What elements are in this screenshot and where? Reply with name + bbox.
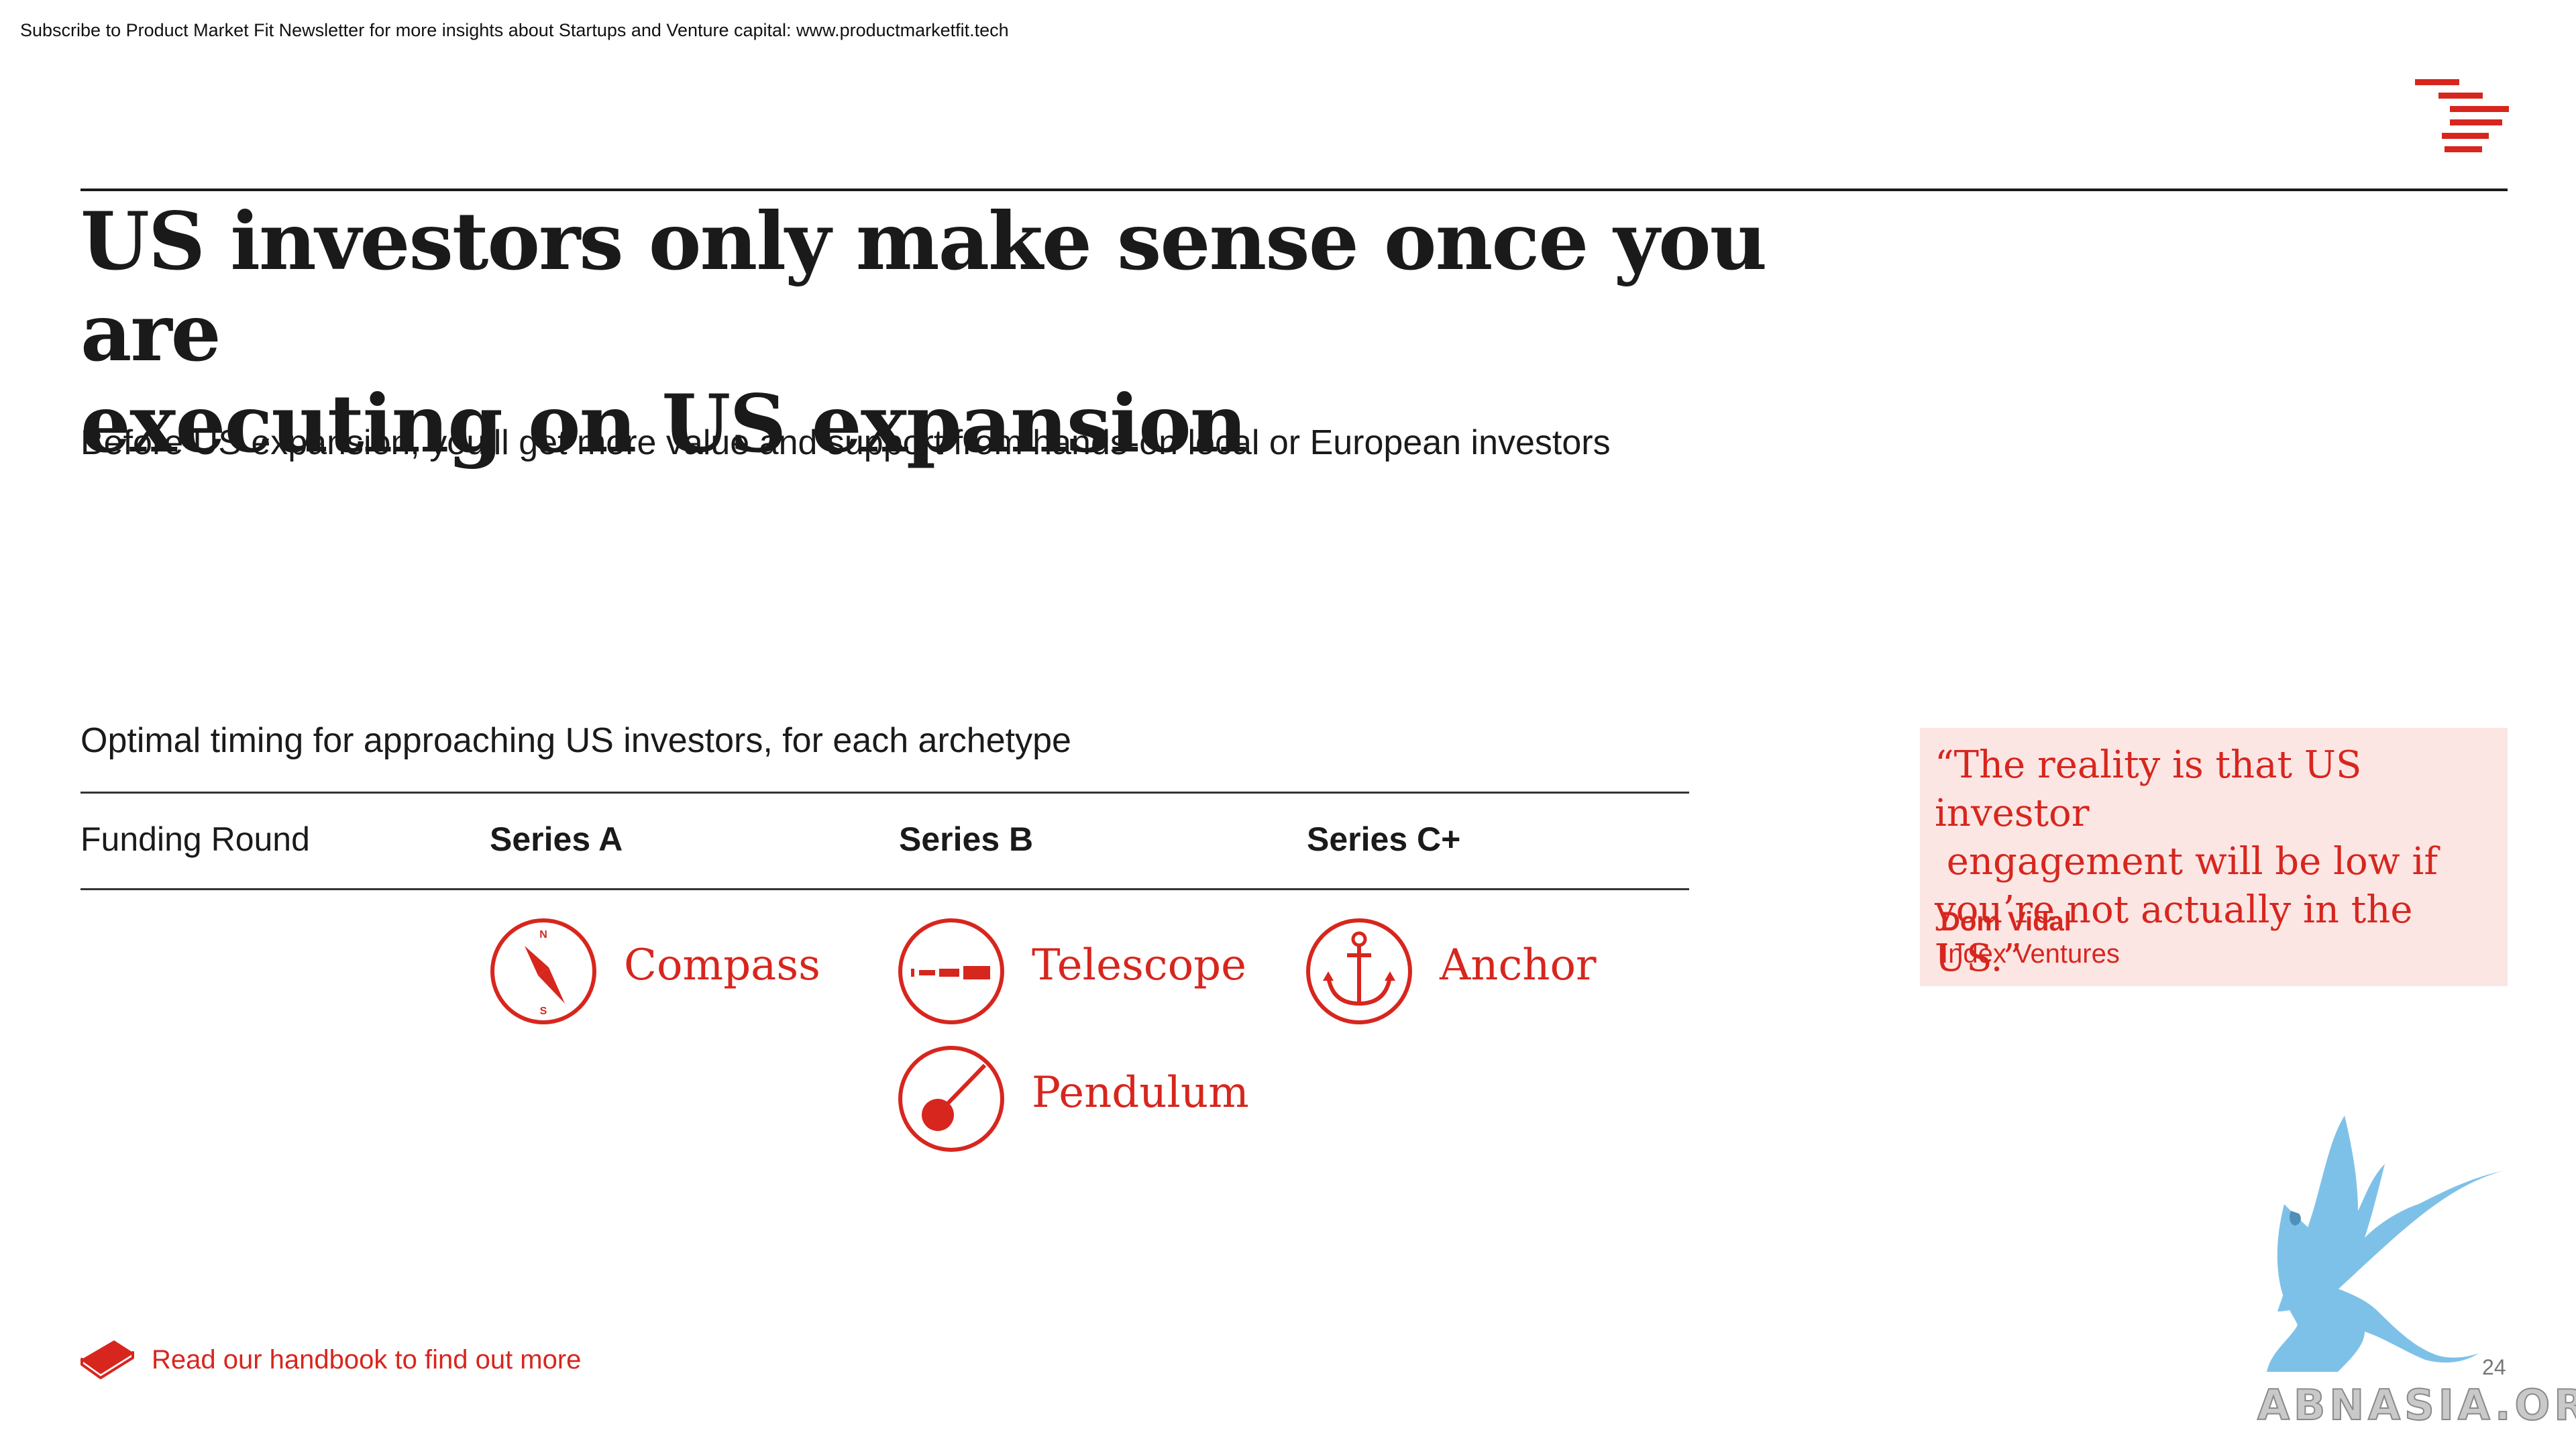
book-icon[interactable] xyxy=(79,1335,136,1382)
header-rule xyxy=(80,189,2508,191)
archetype-compass: Compass xyxy=(624,941,820,990)
watermark-text: ABNASIA.ORG xyxy=(2257,1380,2576,1430)
anchor-icon xyxy=(1306,918,1412,1024)
svg-text:N: N xyxy=(539,929,547,941)
quote-author: Dom Vidal xyxy=(1941,907,2072,936)
page-subtitle: Before US expansion, you’ll get more val… xyxy=(80,423,1611,462)
column-header-series-a: Series A xyxy=(490,820,623,858)
archetype-telescope: Telescope xyxy=(1032,941,1246,990)
telescope-icon xyxy=(898,918,1004,1024)
quote-line-1: “The reality is that US investor xyxy=(1935,743,2362,835)
column-header-series-c: Series C+ xyxy=(1307,820,1461,858)
newsletter-banner: Subscribe to Product Market Fit Newslett… xyxy=(20,20,1009,40)
handbook-link[interactable]: Read our handbook to find out more xyxy=(152,1345,581,1375)
timing-table-heading: Optimal timing for approaching US invest… xyxy=(80,721,1071,760)
funding-round-label: Funding Round xyxy=(80,820,310,858)
table-rule-top xyxy=(80,792,1689,794)
column-header-series-b: Series B xyxy=(899,820,1034,858)
index-ventures-stripes-icon xyxy=(2415,79,2509,152)
archetype-pendulum: Pendulum xyxy=(1032,1068,1249,1118)
archetype-anchor: Anchor xyxy=(1440,941,1597,990)
quote-line-2: engagement will be low if xyxy=(1935,840,2438,883)
table-rule-bottom xyxy=(80,888,1689,890)
quote-organization: Index Ventures xyxy=(1941,939,2120,969)
compass-icon: N S xyxy=(490,918,596,1024)
griffin-logo-icon xyxy=(2267,1116,2504,1372)
page-title-line-1: US investors only make sense once you ar… xyxy=(80,195,1767,379)
svg-text:S: S xyxy=(540,1006,547,1017)
pendulum-icon xyxy=(898,1046,1004,1152)
